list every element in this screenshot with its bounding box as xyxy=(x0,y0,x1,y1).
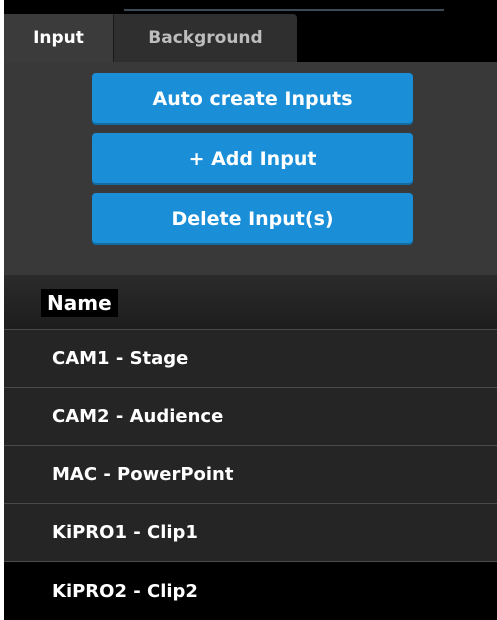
auto-create-inputs-button[interactable]: Auto create Inputs xyxy=(92,73,413,125)
name-column-header[interactable]: Name xyxy=(4,275,497,330)
list-item-kipro2[interactable]: KiPRO2 - Clip2 xyxy=(4,562,497,620)
window-top-edge xyxy=(4,0,497,14)
add-input-button[interactable]: + Add Input xyxy=(92,133,413,185)
list-item-cam2[interactable]: CAM2 - Audience xyxy=(4,388,497,446)
list-item-mac[interactable]: MAC - PowerPoint xyxy=(4,446,497,504)
delete-inputs-button[interactable]: Delete Input(s) xyxy=(92,193,413,245)
input-actions-panel: Auto create Inputs + Add Input Delete In… xyxy=(4,62,497,275)
tab-bar: Input Background xyxy=(4,14,497,62)
top-divider xyxy=(124,9,444,11)
inputs-window: Input Background Auto create Inputs + Ad… xyxy=(4,0,497,620)
list-item-kipro1[interactable]: KiPRO1 - Clip1 xyxy=(4,504,497,562)
tab-input[interactable]: Input xyxy=(4,14,114,62)
name-column-label: Name xyxy=(41,289,118,317)
tab-background[interactable]: Background xyxy=(114,14,297,62)
list-item-cam1[interactable]: CAM1 - Stage xyxy=(4,330,497,388)
